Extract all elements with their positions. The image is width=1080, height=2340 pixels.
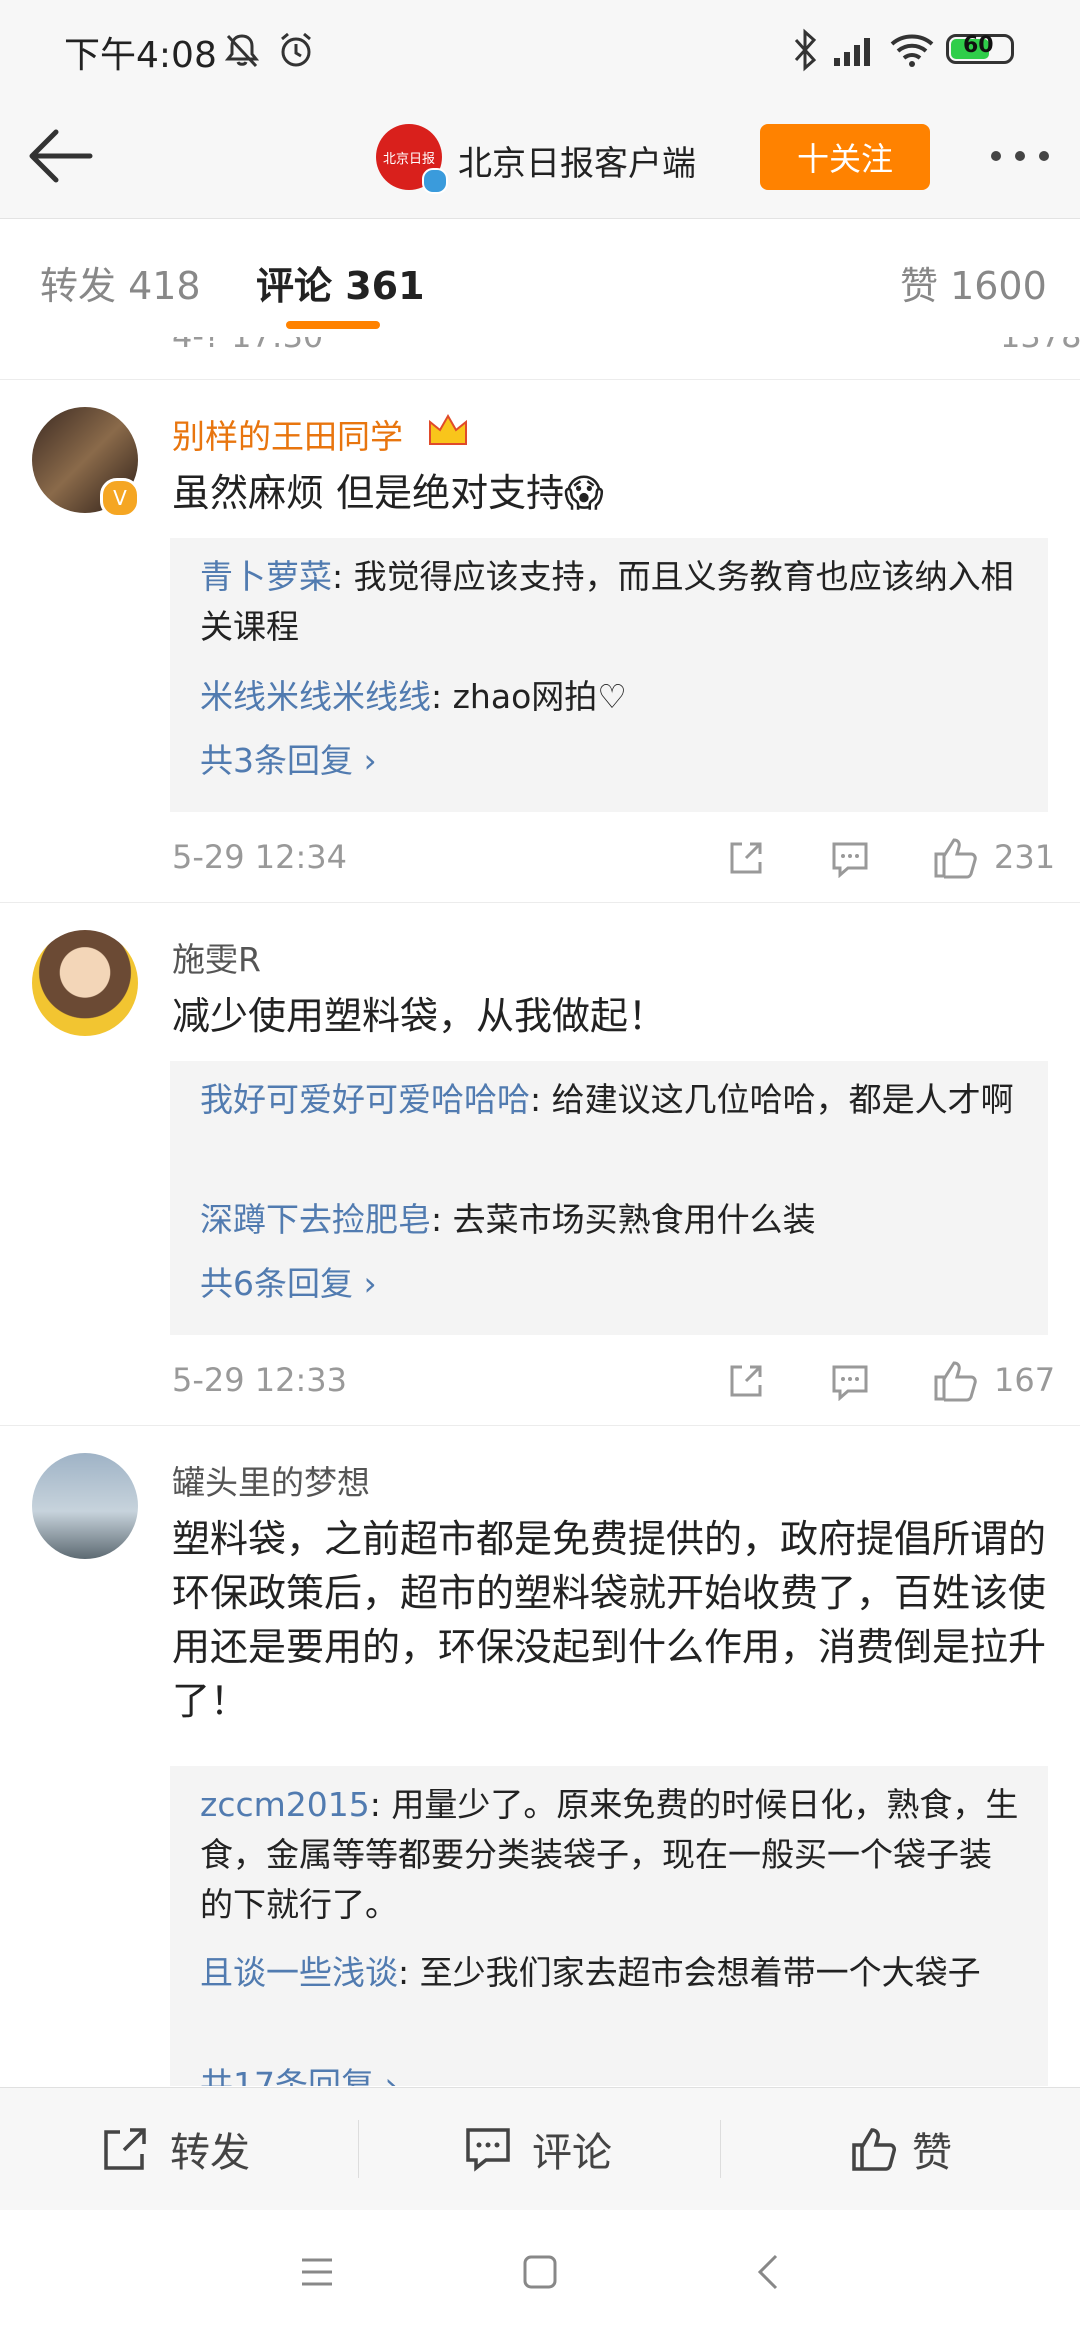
comment-item: 施雯R 减少使用塑料袋，从我做起！ 我好可爱好可爱哈哈哈: 给建议这几位哈哈，都… <box>0 903 1080 1426</box>
reply-item: 米线米线米线线: zhao网拍♡ <box>200 672 1020 722</box>
comment-item: V 别样的王田同学 虽然麻烦 但是绝对支持😱 青卜萝菜: 我觉得应该支持，而且义… <box>0 380 1080 903</box>
reply-username[interactable]: 米线米线米线线 <box>200 677 431 716</box>
repost-button[interactable]: 转发 <box>100 2088 250 2210</box>
like-count[interactable]: 167 <box>994 1361 1055 1399</box>
comment-time: 5-29 12:34 <box>172 838 348 876</box>
reply-username[interactable]: 且谈一些浅谈 <box>200 1953 398 1992</box>
reply-text: : 去菜市场买熟食用什么装 <box>431 1200 816 1239</box>
more-replies-link[interactable]: 共6条回复 › <box>200 1257 377 1305</box>
comment-time: 5-29 12:33 <box>172 1361 348 1399</box>
comment-username[interactable]: 施雯R <box>172 933 261 981</box>
share-icon[interactable] <box>726 838 766 878</box>
reply-box[interactable]: zccm2015: 用量少了。原来免费的时候日化，熟食，生食，金属等等都要分类装… <box>170 1766 1048 2086</box>
wifi-icon <box>890 34 934 67</box>
reply-username[interactable]: 我好可爱好可爱哈哈哈 <box>200 1080 530 1119</box>
more-replies-link[interactable]: 共3条回复 › <box>200 734 377 782</box>
like-count[interactable]: 1378 <box>1000 337 1080 355</box>
crown-badge-icon <box>429 413 467 445</box>
chevron-right-icon: › <box>363 1264 377 1303</box>
bottom-action-bar: 转发 评论 赞 <box>0 2087 1080 2210</box>
reply-username[interactable]: zccm2015 <box>200 1785 370 1824</box>
reply-item: 深蹲下去捡肥皂: 去菜市场买熟食用什么装 <box>200 1195 1020 1245</box>
reply-item: 我好可爱好可爱哈哈哈: 给建议这几位哈哈，都是人才啊 <box>200 1075 1020 1125</box>
back-arrow-icon[interactable] <box>24 124 96 188</box>
more-replies-link[interactable]: 共17条回复 › <box>200 2058 398 2086</box>
more-replies-label: 共6条回复 <box>200 1264 353 1303</box>
reply-item: zccm2015: 用量少了。原来免费的时候日化，熟食，生食，金属等等都要分类装… <box>200 1780 1020 1930</box>
comment-text: 减少使用塑料袋，从我做起！ <box>172 994 667 1038</box>
divider <box>358 2120 359 2178</box>
more-replies-label: 共3条回复 <box>200 741 353 780</box>
battery-level: 60 <box>963 33 994 58</box>
comment-text: 虽然麻烦 但是绝对支持😱 <box>172 471 604 515</box>
alarm-icon <box>281 32 311 67</box>
comment-time: 4-? 17:30 <box>172 337 323 355</box>
comment-username[interactable]: 别样的王田同学 <box>172 410 403 458</box>
reply-username[interactable]: 青卜萝菜 <box>200 557 332 596</box>
reply-box[interactable]: 我好可爱好可爱哈哈哈: 给建议这几位哈哈，都是人才啊 深蹲下去捡肥皂: 去菜市场… <box>170 1061 1048 1335</box>
comment-button[interactable]: 评论 <box>464 2088 612 2210</box>
thumbs-up-icon[interactable] <box>932 1357 978 1403</box>
comment-item: 罐头里的梦想 塑料袋，之前超市都是免费提供的，政府提倡所谓的环保政策后，超市的塑… <box>0 1426 1080 2086</box>
reply-text: : 至少我们家去超市会想着带一个大袋子 <box>398 1953 981 1992</box>
signal-icon <box>834 38 870 66</box>
header: 北京日报 北京日报客户端 十关注 <box>0 100 1080 219</box>
avatar[interactable] <box>32 930 138 1036</box>
partial-comment-row: 4-? 17:30 1378 <box>0 337 1080 380</box>
tab-repost[interactable]: 转发 418 <box>40 255 201 310</box>
like-count[interactable]: 231 <box>994 838 1055 876</box>
mute-bell-icon <box>224 34 260 68</box>
divider <box>720 2120 721 2178</box>
menu-icon[interactable] <box>300 2256 334 2288</box>
like-label: 赞 <box>912 2130 952 2176</box>
account-name[interactable]: 北京日报客户端 <box>458 136 696 185</box>
chevron-right-icon: › <box>363 741 377 780</box>
reply-text: : zhao网拍♡ <box>431 677 627 716</box>
avatar[interactable] <box>32 1453 138 1559</box>
reply-text: : 给建议这几位哈哈，都是人才啊 <box>530 1080 1014 1119</box>
more-replies-label: 共17条回复 <box>200 2065 374 2086</box>
reply-item: 青卜萝菜: 我觉得应该支持，而且义务教育也应该纳入相关课程 <box>200 552 1020 652</box>
reply-box[interactable]: 青卜萝菜: 我觉得应该支持，而且义务教育也应该纳入相关课程 米线米线米线线: z… <box>170 538 1048 812</box>
verified-badge-icon <box>422 168 448 194</box>
comment-label: 评论 <box>532 2130 612 2176</box>
back-icon[interactable] <box>756 2254 780 2290</box>
system-nav-bar <box>0 2210 1080 2340</box>
reply-item: 且谈一些浅谈: 至少我们家去超市会想着带一个大袋子 <box>200 1948 1020 1998</box>
battery-icon: 60 <box>946 33 1014 64</box>
chevron-right-icon: › <box>384 2065 398 2086</box>
comment-username[interactable]: 罐头里的梦想 <box>172 1456 370 1504</box>
tab-likes[interactable]: 赞 1600 <box>900 255 1047 310</box>
repost-label: 转发 <box>170 2130 250 2176</box>
status-bar: 下午4:08 60 <box>0 0 1080 100</box>
vip-badge-icon: V <box>100 478 140 518</box>
comment-icon[interactable] <box>830 1363 870 1401</box>
share-icon[interactable] <box>726 1361 766 1401</box>
home-icon[interactable] <box>522 2254 558 2290</box>
tab-bar: 转发 418 评论 361 赞 1600 <box>0 219 1080 338</box>
reply-username[interactable]: 深蹲下去捡肥皂 <box>200 1200 431 1239</box>
like-button[interactable]: 赞 <box>850 2088 952 2210</box>
status-time: 下午4:08 <box>64 35 217 76</box>
comment-icon[interactable] <box>830 840 870 878</box>
share-icon <box>104 2128 146 2170</box>
thumbs-up-icon[interactable] <box>932 834 978 880</box>
follow-button[interactable]: 十关注 <box>760 124 930 190</box>
thumbs-up-icon <box>852 2128 896 2171</box>
tab-comments[interactable]: 评论 361 <box>256 255 425 310</box>
comment-text: 塑料袋，之前超市都是免费提供的，政府提倡所谓的环保政策后，超市的塑料袋就开始收费… <box>172 1517 1047 1723</box>
more-options-icon[interactable] <box>988 146 1052 166</box>
bluetooth-icon <box>794 28 817 72</box>
comment-icon <box>466 2128 510 2172</box>
active-tab-indicator <box>286 321 380 329</box>
